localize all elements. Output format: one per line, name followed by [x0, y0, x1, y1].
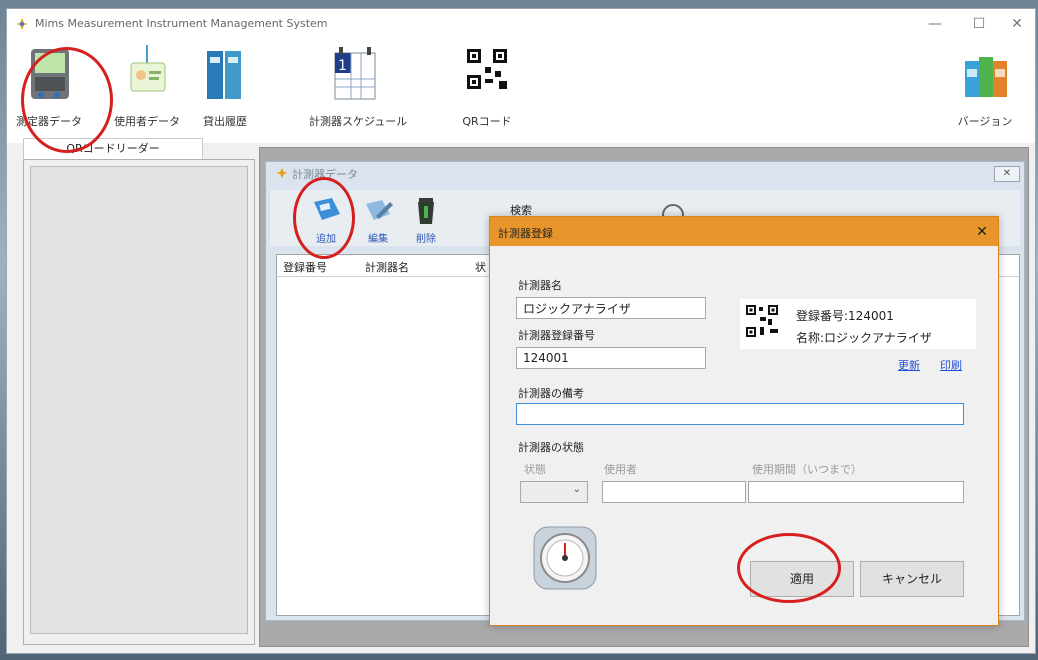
toolbar-label: 計測器スケジュール [309, 115, 408, 128]
annotation-circle-apply [737, 533, 841, 603]
note-label: 計測器の備考 [518, 387, 584, 400]
title-bar: Mims Measurement Instrument Management S… [7, 9, 1035, 39]
dialog-title: 計測器登録 [498, 227, 553, 240]
instrument-schedule-button[interactable]: 1 計測器スケジュール [309, 43, 408, 139]
trash-can-icon [418, 198, 434, 224]
app-logo-icon [276, 168, 288, 178]
minimize-button[interactable]: — [915, 11, 955, 37]
left-panel [23, 159, 255, 645]
edit-button[interactable]: 編集 [352, 196, 404, 248]
reg-number-label: 計測器登録番号 [518, 329, 595, 342]
column-header-name[interactable]: 計測器名 [365, 259, 409, 275]
qr-code-icon [467, 49, 507, 89]
state-select[interactable]: ⌄ [520, 481, 588, 503]
loan-history-button[interactable]: 貸出履歴 [195, 43, 255, 139]
qr-name-text: 名称:ロジックアナライザ [796, 331, 932, 345]
edit-label: 編集 [368, 234, 388, 245]
child-close-button[interactable]: ✕ [994, 166, 1020, 182]
calendar-icon: 1 [334, 47, 376, 100]
note-input[interactable] [516, 403, 964, 425]
qr-reg-number-text: 登録番号:124001 [796, 309, 894, 323]
main-window: Mims Measurement Instrument Management S… [6, 8, 1036, 654]
toolbar-label: 貸出履歴 [203, 115, 247, 128]
state-column-label: 状態 [524, 463, 546, 476]
edit-disk-icon [366, 200, 393, 220]
column-header-state[interactable]: 状 [475, 259, 486, 275]
books-icon [965, 57, 1007, 97]
stopwatch-icon [533, 526, 597, 590]
reg-number-input[interactable] [516, 347, 706, 369]
annotation-circle-add [293, 177, 355, 259]
qr-preview: 登録番号:124001 名称:ロジックアナライザ [740, 299, 976, 349]
binders-icon [207, 51, 241, 99]
user-field[interactable] [602, 481, 746, 503]
user-data-button[interactable]: 使用者データ [111, 43, 183, 139]
maximize-button[interactable]: ☐ [959, 11, 999, 37]
column-header-reg-no[interactable]: 登録番号 [283, 259, 327, 275]
delete-button[interactable]: 削除 [400, 196, 452, 248]
qr-code-icon [746, 305, 778, 337]
chevron-down-icon: ⌄ [572, 484, 581, 495]
period-field[interactable] [748, 481, 964, 503]
window-title: Mims Measurement Instrument Management S… [35, 17, 328, 30]
toolbar-label: 使用者データ [114, 115, 180, 128]
update-link[interactable]: 更新 [898, 357, 920, 373]
instrument-name-label: 計測器名 [518, 279, 562, 292]
version-button[interactable]: バージョン [955, 43, 1015, 139]
dialog-title-bar: 計測器登録 ✕ [490, 217, 998, 246]
close-button[interactable]: ✕ [997, 11, 1037, 37]
id-badge-icon [130, 45, 166, 92]
main-toolbar: 測定器データ 使用者データ 貸出履歴 1 計測器スケジュール QRコード バージ… [7, 39, 1035, 143]
svg-text:1: 1 [338, 58, 347, 74]
period-column-label: 使用期間（いつまで） [752, 463, 862, 476]
cancel-button[interactable]: キャンセル [860, 561, 964, 597]
delete-label: 削除 [416, 234, 436, 245]
qr-reader-view [30, 166, 248, 634]
user-column-label: 使用者 [604, 463, 637, 476]
dialog-close-button[interactable]: ✕ [970, 222, 994, 242]
annotation-circle-instrument-data [21, 47, 113, 153]
qr-code-button[interactable]: QRコード [457, 43, 517, 139]
app-logo-icon [16, 18, 28, 30]
instrument-name-input[interactable] [516, 297, 706, 319]
toolbar-label: QRコード [462, 115, 512, 128]
toolbar-label: バージョン [957, 115, 1013, 128]
instrument-state-section: 計測器の状態 [518, 441, 584, 454]
print-link[interactable]: 印刷 [940, 357, 962, 373]
